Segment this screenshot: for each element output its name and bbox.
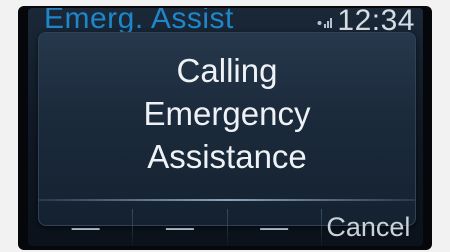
dialog-line-3: Assistance [147,138,307,175]
softkey-1[interactable]: — [39,205,132,246]
softkey-divider [39,199,415,201]
cancel-button[interactable]: Cancel [322,205,415,246]
dialog-message: Calling Emergency Assistance [39,49,415,178]
signal-icon [317,17,333,31]
dialog-line-1: Calling [176,52,278,89]
dialog-line-2: Emergency [143,95,311,132]
softkey-bar: — — — Cancel [39,205,415,246]
emergency-call-dialog: Calling Emergency Assistance — — — Cance… [38,32,416,246]
softkey-3[interactable]: — [228,205,321,246]
display-screen: Emerg. Assist 12:34 Calling Emergency As… [28,8,423,246]
softkey-2[interactable]: — [133,205,226,246]
